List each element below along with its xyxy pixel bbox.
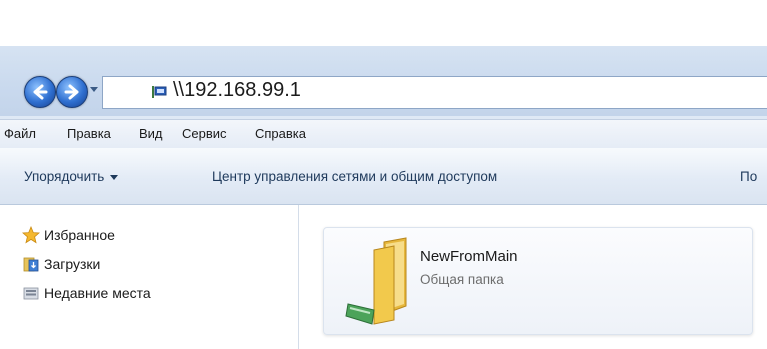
chevron-down-icon: [110, 174, 119, 180]
cropped-top-area: [0, 0, 767, 46]
forward-arrow-icon: [64, 84, 79, 100]
address-row: \\192.168.99.1: [0, 46, 767, 116]
organize-button[interactable]: Упорядочить: [24, 169, 119, 184]
explorer-window: \\192.168.99.1 Файл Правка Вид Сервис Сп…: [0, 46, 767, 349]
address-bar[interactable]: \\192.168.99.1: [102, 76, 767, 109]
organize-label: Упорядочить: [24, 169, 105, 184]
recent-places-icon: [23, 287, 39, 300]
menu-file[interactable]: Файл: [4, 126, 36, 141]
nav-item-label: Загрузки: [44, 256, 101, 272]
star-icon: [22, 226, 40, 244]
navigation-pane: Избранное Загрузки Недавние места: [0, 205, 299, 349]
menu-edit[interactable]: Правка: [67, 126, 111, 141]
nav-item-label: Недавние места: [44, 285, 151, 301]
command-bar: Упорядочить Центр управления сетями и об…: [0, 148, 767, 205]
cut-off-command[interactable]: По: [740, 169, 757, 184]
menu-help[interactable]: Справка: [255, 126, 306, 141]
menu-tools[interactable]: Сервис: [182, 126, 227, 141]
back-arrow-icon: [33, 84, 48, 100]
nav-item-favorites[interactable]: Избранное: [22, 226, 115, 244]
folder-type: Общая папка: [420, 272, 504, 287]
menu-bar: Файл Правка Вид Сервис Справка: [0, 119, 767, 149]
folder-name: NewFromMain: [420, 248, 518, 265]
forward-button[interactable]: [56, 76, 88, 108]
shared-folder-item[interactable]: NewFromMain Общая папка: [323, 227, 753, 335]
nav-item-label: Избранное: [44, 227, 115, 243]
nav-item-recent-places[interactable]: Недавние места: [23, 285, 151, 301]
recent-pages-dropdown[interactable]: [90, 87, 98, 92]
downloads-folder-icon: [23, 257, 39, 272]
nav-item-downloads[interactable]: Загрузки: [23, 256, 101, 272]
shared-folder-icon: [345, 237, 407, 325]
menu-view[interactable]: Вид: [139, 126, 163, 141]
back-button[interactable]: [24, 76, 56, 108]
network-center-button[interactable]: Центр управления сетями и общим доступом: [212, 169, 497, 184]
content-pane: NewFromMain Общая папка: [299, 205, 767, 349]
address-path[interactable]: \\192.168.99.1: [173, 79, 301, 102]
network-location-icon: [152, 86, 167, 98]
